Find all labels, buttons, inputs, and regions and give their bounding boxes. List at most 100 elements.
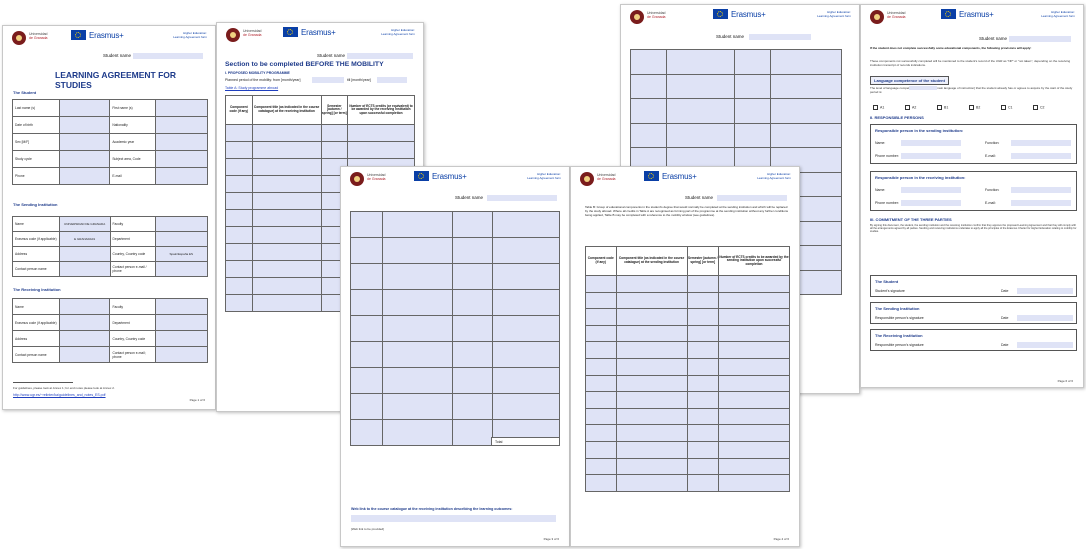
table-cell[interactable] (585, 308, 617, 326)
student-field[interactable] (154, 150, 209, 168)
table-cell[interactable] (615, 391, 688, 409)
table-cell[interactable] (629, 73, 668, 99)
table-cell[interactable] (382, 263, 453, 290)
table-cell[interactable] (686, 308, 719, 326)
table-cell[interactable] (615, 275, 688, 293)
receiving-field[interactable] (154, 346, 209, 363)
sending-name-field[interactable] (901, 140, 961, 146)
table-cell[interactable] (347, 124, 415, 142)
table-cell[interactable] (717, 391, 791, 409)
table-cell[interactable] (666, 49, 735, 75)
level-option[interactable]: C2 (1033, 105, 1044, 110)
table-cell[interactable] (225, 158, 253, 176)
table-cell[interactable] (225, 175, 253, 193)
table-cell[interactable] (686, 374, 719, 393)
table-cell[interactable] (349, 393, 384, 420)
table-cell[interactable] (451, 315, 493, 342)
receiving-field[interactable] (154, 298, 209, 315)
checkbox-icon[interactable] (969, 105, 974, 110)
table-cell[interactable] (717, 407, 791, 426)
table-cell[interactable] (382, 341, 453, 368)
table-cell[interactable] (451, 419, 493, 446)
table-cell[interactable] (451, 289, 493, 316)
table-cell[interactable] (686, 440, 719, 459)
table-cell[interactable] (733, 49, 771, 75)
table-cell[interactable] (349, 419, 384, 446)
student-name-field[interactable] (1009, 36, 1071, 42)
table-cell[interactable] (491, 367, 561, 394)
table-cell[interactable] (615, 457, 688, 476)
receiving-field[interactable] (59, 298, 111, 315)
table-cell[interactable] (615, 341, 688, 359)
student-name-field[interactable] (347, 53, 413, 59)
level-option[interactable]: B1 (937, 105, 948, 110)
table-cell[interactable] (251, 124, 322, 142)
student-field[interactable] (59, 116, 111, 134)
table-cell[interactable] (320, 141, 349, 159)
table-cell[interactable] (686, 341, 719, 359)
table-cell[interactable] (451, 237, 493, 264)
student-field[interactable] (59, 150, 111, 168)
table-cell[interactable] (251, 192, 322, 210)
level-option[interactable]: B2 (969, 105, 980, 110)
table-cell[interactable] (320, 124, 349, 142)
table-cell[interactable] (686, 324, 719, 343)
table-cell[interactable] (349, 211, 384, 238)
table-cell[interactable] (717, 308, 791, 326)
table-cell[interactable] (629, 98, 668, 124)
table-cell[interactable] (686, 457, 719, 476)
table-cell[interactable] (349, 289, 384, 316)
table-cell[interactable] (225, 141, 253, 159)
table-cell[interactable] (733, 98, 771, 124)
checkbox-icon[interactable] (937, 105, 942, 110)
table-cell[interactable] (451, 263, 493, 290)
language-field[interactable] (909, 86, 937, 90)
student-field[interactable] (154, 133, 209, 151)
period-from-field[interactable] (312, 77, 344, 83)
table-cell[interactable] (225, 277, 253, 295)
receiving-date-field[interactable] (1017, 342, 1073, 348)
table-cell[interactable] (251, 226, 322, 244)
student-field[interactable] (154, 167, 209, 185)
table-cell[interactable] (251, 260, 322, 278)
table-cell[interactable] (382, 289, 453, 316)
table-cell[interactable] (382, 393, 453, 420)
table-cell[interactable] (585, 457, 617, 476)
sending-value[interactable]: Spain/España ES (154, 246, 209, 262)
table-cell[interactable] (251, 243, 322, 261)
table-cell[interactable] (451, 393, 493, 420)
level-option[interactable]: C1 (1001, 105, 1012, 110)
level-option[interactable]: A1 (873, 105, 884, 110)
table-cell[interactable] (769, 73, 843, 99)
table-cell[interactable] (615, 308, 688, 326)
table-cell[interactable] (491, 263, 561, 290)
table-cell[interactable] (615, 357, 688, 376)
student-date-field[interactable] (1017, 288, 1073, 294)
table-cell[interactable] (225, 243, 253, 261)
sending-value[interactable] (58, 261, 111, 277)
table-cell[interactable] (491, 211, 561, 238)
table-cell[interactable] (585, 407, 617, 426)
table-cell[interactable] (251, 175, 322, 193)
table-cell[interactable] (491, 289, 561, 316)
table-cell[interactable] (585, 324, 617, 343)
table-cell[interactable] (251, 141, 322, 159)
table-cell[interactable] (349, 237, 384, 264)
table-cell[interactable] (585, 291, 617, 310)
receiving-name-field[interactable] (901, 187, 961, 193)
sending-function-field[interactable] (1011, 140, 1071, 146)
table-cell[interactable] (717, 357, 791, 376)
table-cell[interactable] (615, 291, 688, 310)
sending-email-field[interactable] (1011, 153, 1071, 159)
guidelines-link[interactable]: http://www.ugr.es/~relinter/ka/guideline… (13, 393, 106, 397)
table-cell[interactable] (686, 424, 719, 442)
table-cell[interactable] (349, 341, 384, 368)
table-cell[interactable] (251, 209, 322, 227)
table-cell[interactable] (686, 407, 719, 426)
table-cell[interactable] (382, 211, 453, 238)
table-cell[interactable] (686, 275, 719, 293)
table-cell[interactable] (585, 275, 617, 293)
table-cell[interactable] (733, 122, 771, 148)
table-cell[interactable] (629, 49, 668, 75)
table-cell[interactable] (717, 374, 791, 393)
